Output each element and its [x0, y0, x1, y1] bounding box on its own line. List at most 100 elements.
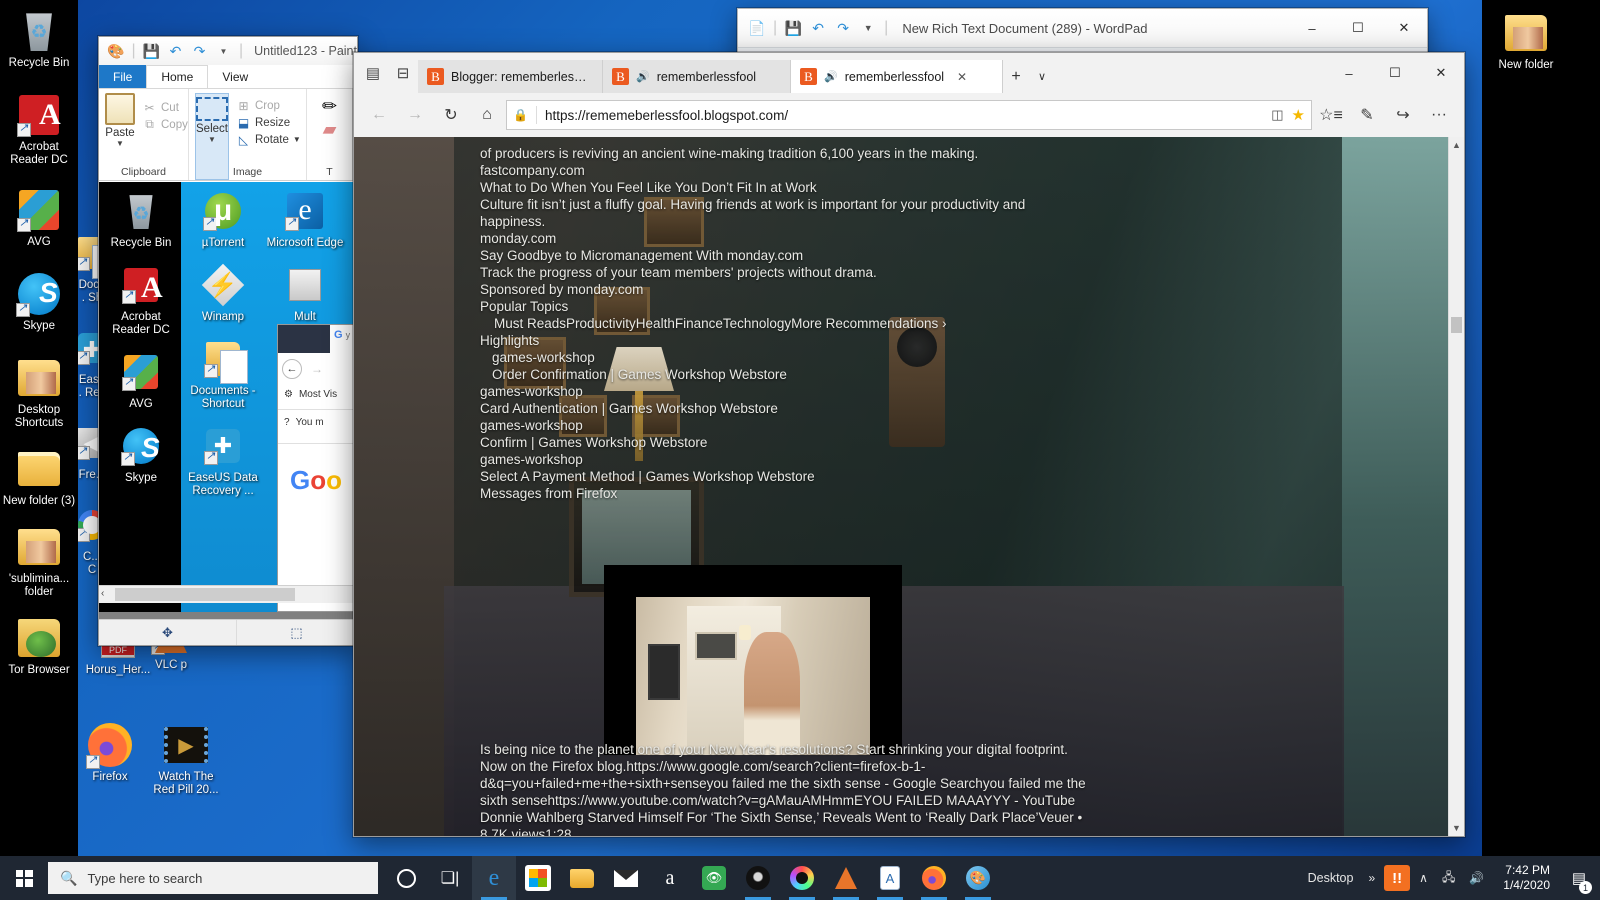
desktop-icon-new-folder-3[interactable]: New folder (3) — [0, 446, 78, 508]
save-icon[interactable]: 💾 — [143, 42, 160, 60]
audio-playing-icon[interactable]: 🔊 — [636, 70, 650, 83]
desktop-icon-watch-the-red-pill[interactable]: Watch The Red Pill 20... — [148, 722, 224, 803]
customize-caret-icon[interactable]: ▼ — [859, 19, 877, 37]
paint-title-bar[interactable]: 🎨 | 💾 ↶ ↷ ▼ | Untitled123 - Paint — [99, 37, 357, 65]
page-viewport[interactable]: of producers is reviving an ancient wine… — [354, 137, 1464, 836]
page-line[interactable]: What to Do When You Feel Like You Don’t … — [480, 179, 1434, 196]
tab-options-caret-icon[interactable]: ∨ — [1029, 60, 1055, 93]
paste-caret-icon[interactable]: ▼ — [105, 139, 135, 148]
address-bar-url[interactable]: https://rememeberlessfool.blogspot.com/ — [545, 108, 1263, 123]
more-options-icon[interactable]: ··· — [1422, 98, 1456, 132]
back-icon[interactable]: ← — [362, 98, 396, 132]
page-line[interactable]: Order Confirmation | Games Workshop Webs… — [480, 366, 1434, 383]
taskbar-store-button[interactable] — [516, 856, 560, 900]
resize-button[interactable]: ⬓ Resize — [233, 114, 304, 131]
page-line[interactable]: Must ReadsProductivityHealthFinanceTechn… — [480, 315, 1434, 332]
edge-close-button[interactable]: ✕ — [1418, 53, 1464, 93]
volume-icon[interactable]: 🔊 — [1464, 871, 1489, 885]
set-tabs-aside-icon[interactable]: ▤ — [358, 53, 388, 93]
desktop-icon-new-folder-right[interactable]: New folder — [1487, 10, 1565, 78]
page-line[interactable]: Say Goodbye to Micromanagement With mond… — [480, 247, 1434, 264]
wordpad-quick-access-toolbar[interactable]: 📄 | 💾 ↶ ↷ ▼ | — [748, 19, 888, 37]
edge-tab-1[interactable]: B 🔊 rememberlessfool — [603, 60, 791, 93]
taskbar-app-color-button[interactable] — [780, 856, 824, 900]
taskbar-vlc-button[interactable] — [824, 856, 868, 900]
desktop-label[interactable]: Desktop — [1302, 871, 1360, 885]
network-icon[interactable]: 🖧 — [1437, 868, 1460, 889]
wordpad-window-controls[interactable]: – ☐ ✕ — [1289, 9, 1427, 47]
tray-expand-chevron-icon[interactable]: ∧ — [1414, 871, 1433, 885]
taskbar-search-box[interactable]: 🔍 Type here to search — [48, 862, 378, 894]
rotate-caret-icon[interactable]: ▼ — [293, 135, 301, 144]
wordpad-maximize-button[interactable]: ☐ — [1335, 9, 1381, 47]
start-button[interactable] — [0, 856, 48, 900]
save-icon[interactable]: 💾 — [784, 19, 802, 37]
taskbar-app-dark-button[interactable] — [736, 856, 780, 900]
desktop-icon-recycle-bin[interactable]: Recycle Bin — [0, 8, 78, 70]
desktop-icon-subliminal-folder[interactable]: 'sublimina... folder — [0, 524, 78, 599]
wordpad-minimize-button[interactable]: – — [1289, 9, 1335, 47]
select-caret-icon[interactable]: ▼ — [196, 135, 228, 144]
paint-horizontal-scrollbar[interactable]: ‹ — [99, 585, 357, 603]
taskbar-firefox-button[interactable] — [912, 856, 956, 900]
paint-tab-home[interactable]: Home — [146, 65, 209, 88]
redo-icon[interactable]: ↷ — [834, 19, 852, 37]
eraser-icon[interactable]: ▰ — [322, 119, 337, 139]
avg-tray-icon[interactable]: !! — [1384, 865, 1411, 891]
scroll-thumb[interactable] — [115, 588, 295, 601]
page-line[interactable]: Donnie Wahlberg Starved Himself For ‘The… — [480, 809, 1434, 826]
page-line[interactable]: Now on the Firefox blog.https://www.goog… — [480, 758, 1434, 775]
page-vertical-scrollbar[interactable]: ▲ ▼ — [1448, 137, 1464, 836]
taskbar-tripadvisor-button[interactable]: 👁 — [692, 856, 736, 900]
taskbar-file-explorer-button[interactable] — [560, 856, 604, 900]
wordpad-close-button[interactable]: ✕ — [1381, 9, 1427, 47]
home-icon[interactable]: ⌂ — [470, 98, 504, 132]
page-line[interactable]: Card Authentication | Games Workshop Web… — [480, 400, 1434, 417]
page-line[interactable]: d&q=you+failed+me+the+sixth+senseyou fai… — [480, 775, 1434, 792]
paint-canvas[interactable]: Recycle Bin Acrobat Reader DC AVG Skype — [99, 182, 357, 645]
forward-icon[interactable]: → — [398, 98, 432, 132]
desktop-icon-avg[interactable]: AVG — [0, 187, 78, 249]
tray-overflow-icon[interactable]: » — [1363, 871, 1380, 885]
edge-tab-0[interactable]: B Blogger: rememberlessfool — [418, 60, 603, 93]
paint-ribbon-tabs[interactable]: File Home View — [99, 65, 357, 89]
scroll-down-arrow-icon[interactable]: ▼ — [1449, 823, 1464, 833]
edge-tab-strip[interactable]: ▤ ⊟ B Blogger: rememberlessfool B 🔊 reme… — [354, 53, 1464, 93]
copy-button[interactable]: ⧉ Copy — [139, 116, 191, 133]
wordpad-title-bar[interactable]: 📄 | 💾 ↶ ↷ ▼ | New Rich Text Document (28… — [738, 9, 1427, 47]
taskbar-mail-button[interactable] — [604, 856, 648, 900]
tab-close-icon[interactable]: ✕ — [957, 70, 967, 84]
refresh-icon[interactable]: ↻ — [434, 98, 468, 132]
paint-window[interactable]: 🎨 | 💾 ↶ ↷ ▼ | Untitled123 - Paint File H… — [98, 36, 358, 646]
address-bar[interactable]: 🔒 https://rememeberlessfool.blogspot.com… — [506, 100, 1312, 130]
new-tab-button[interactable]: + — [1003, 60, 1029, 93]
wordpad-doc-icon[interactable]: 📄 — [748, 19, 766, 37]
scroll-thumb[interactable] — [1451, 317, 1462, 333]
embedded-video-thumbnail[interactable] — [604, 565, 902, 755]
desktop-icon-desktop-shortcuts[interactable]: Desktop Shortcuts — [0, 355, 78, 430]
taskbar-amazon-button[interactable]: a — [648, 856, 692, 900]
taskbar-task-view-button[interactable]: ❏| — [428, 856, 472, 900]
taskbar-clock[interactable]: 7:42 PM 1/4/2020 — [1493, 863, 1560, 893]
desktop-icon-tor-browser[interactable]: Tor Browser — [0, 615, 78, 677]
scroll-up-arrow-icon[interactable]: ▲ — [1449, 140, 1464, 150]
edge-minimize-button[interactable]: – — [1326, 53, 1372, 93]
taskbar-wordpad-button[interactable]: A — [868, 856, 912, 900]
edge-window-controls[interactable]: – ☐ ✕ — [1326, 53, 1464, 93]
page-line[interactable]: Select A Payment Method | Games Workshop… — [480, 468, 1434, 485]
paint-palette-icon[interactable]: 🎨 — [107, 42, 124, 60]
page-line[interactable]: sixth sensehttps://www.youtube.com/watch… — [480, 792, 1434, 809]
edge-maximize-button[interactable]: ☐ — [1372, 53, 1418, 93]
pencil-icon[interactable]: ✏ — [322, 96, 337, 116]
audio-playing-icon[interactable]: 🔊 — [824, 70, 838, 83]
taskbar-paint-button[interactable]: 🎨 — [956, 856, 1000, 900]
scroll-left-arrow-icon[interactable]: ‹ — [101, 588, 104, 599]
rotate-button[interactable]: ◺ Rotate ▼ — [233, 131, 304, 148]
paint-tab-view[interactable]: View — [208, 65, 262, 88]
crop-button[interactable]: ⊞ Crop — [233, 97, 304, 114]
desktop-icon-skype[interactable]: Skype — [0, 271, 78, 333]
edge-browser-window[interactable]: ▤ ⊟ B Blogger: rememberlessfool B 🔊 reme… — [353, 52, 1465, 837]
taskbar-cortana-button[interactable] — [384, 856, 428, 900]
edge-tab-2[interactable]: B 🔊 rememberlessfool ✕ — [791, 60, 1003, 93]
web-notes-icon[interactable]: ✎ — [1350, 98, 1384, 132]
